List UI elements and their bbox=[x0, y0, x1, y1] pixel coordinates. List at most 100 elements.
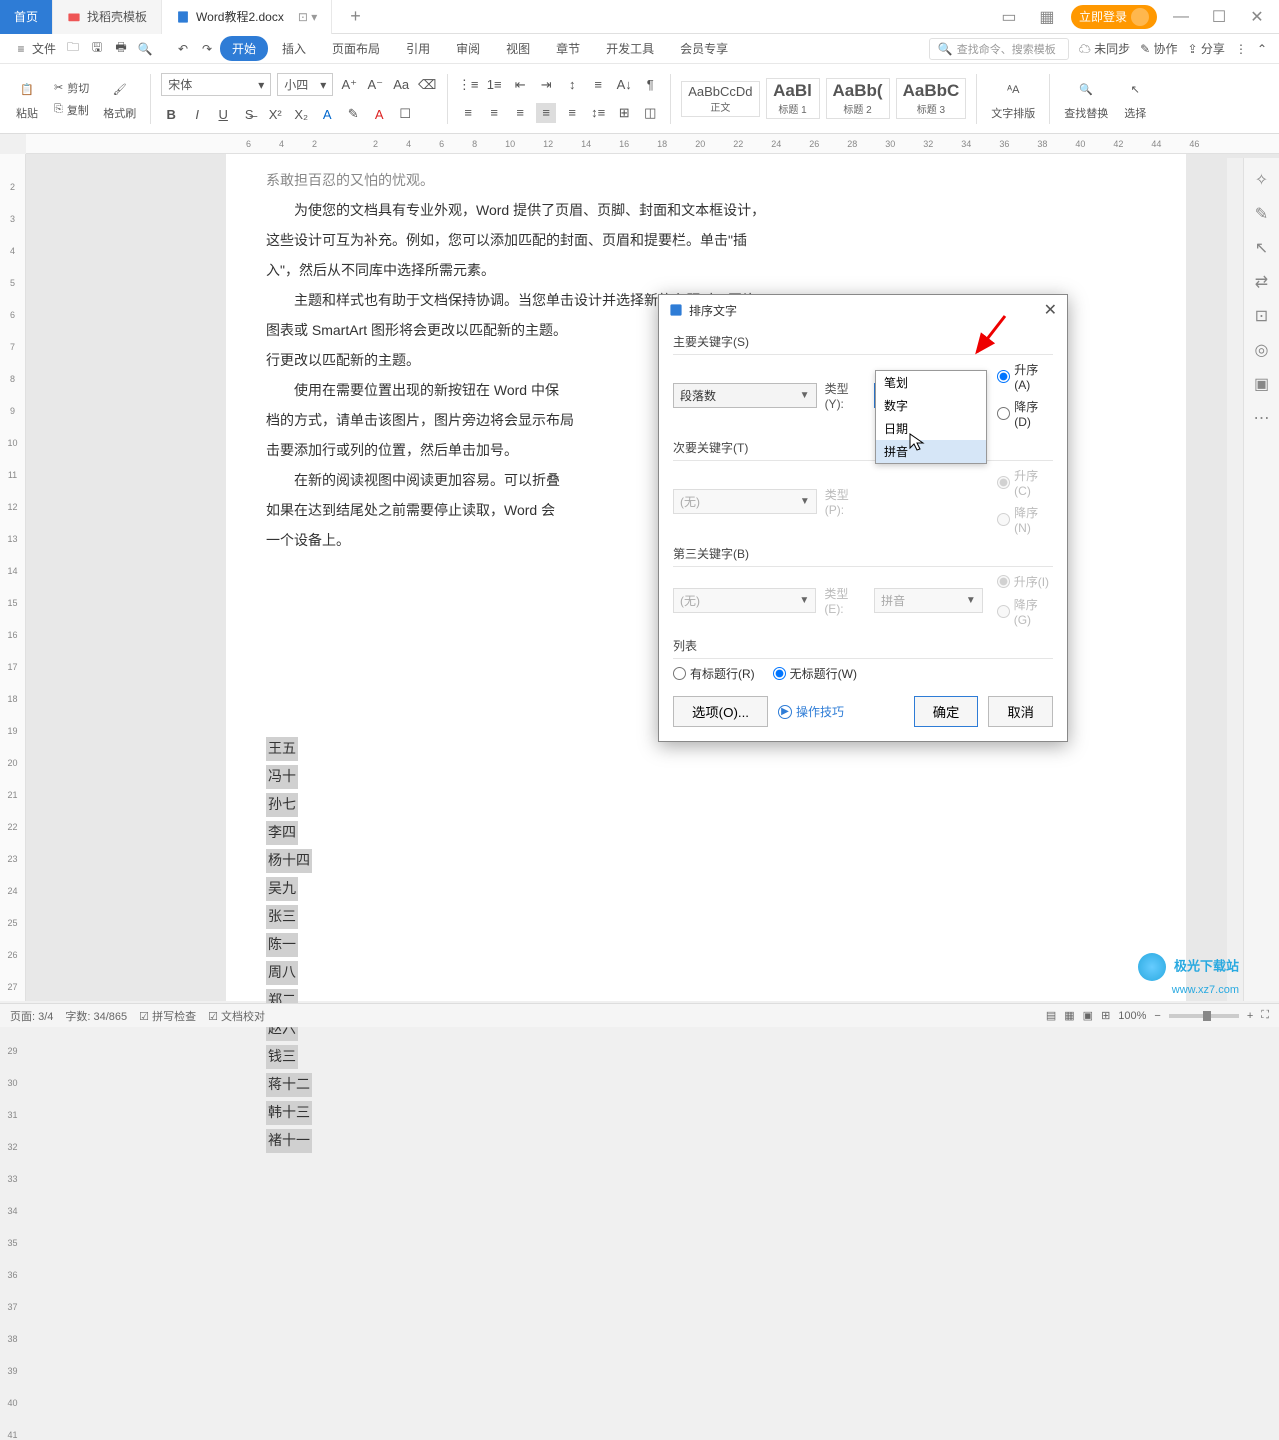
textlayout-group[interactable]: ᴬA 文字排版 bbox=[987, 77, 1039, 121]
dropdown-option[interactable]: 日期 bbox=[876, 417, 986, 440]
styles-gallery[interactable]: AaBbCcDd正文 AaBl标题 1 AaBb(标题 2 AaBbC标题 3 bbox=[681, 78, 966, 119]
fontfx-icon[interactable]: A bbox=[317, 104, 337, 124]
scrollbar-vertical[interactable] bbox=[1227, 158, 1243, 1001]
spacing1-icon[interactable]: ↕ bbox=[562, 75, 582, 95]
zoom-level[interactable]: 100% bbox=[1118, 1010, 1146, 1022]
select-group[interactable]: ↖ 选择 bbox=[1118, 77, 1152, 121]
no-header-row-radio[interactable]: 无标题行(W) bbox=[773, 665, 857, 682]
clear-fmt-icon[interactable]: ⌫ bbox=[417, 75, 437, 95]
numbering-icon[interactable]: 1≡ bbox=[484, 75, 504, 95]
type3-select[interactable]: 拼音▼ bbox=[874, 588, 983, 613]
tab-section[interactable]: 章节 bbox=[544, 36, 592, 61]
close-button[interactable]: ✕ bbox=[1243, 3, 1271, 31]
tab-new[interactable]: + bbox=[332, 6, 379, 27]
ok-button[interactable]: 确定 bbox=[914, 696, 979, 727]
key3-select[interactable]: (无)▼ bbox=[673, 588, 816, 613]
align-center-icon[interactable]: ≡ bbox=[484, 103, 504, 123]
desc-d-radio[interactable]: 降序(D) bbox=[997, 398, 1053, 429]
strike-icon[interactable]: S̶ bbox=[239, 104, 259, 124]
grid2-icon[interactable]: ▦ bbox=[1033, 3, 1061, 31]
tab-docker[interactable]: 找稻壳模板 bbox=[53, 0, 162, 34]
sidebar-icon-7[interactable]: ▣ bbox=[1252, 374, 1272, 394]
bold-icon[interactable]: B bbox=[161, 104, 181, 124]
align-left-icon[interactable]: ≡ bbox=[458, 103, 478, 123]
maximize-button[interactable]: ☐ bbox=[1205, 3, 1233, 31]
sidebar-icon-8[interactable]: ⋯ bbox=[1252, 408, 1272, 428]
highlight-icon[interactable]: ✎ bbox=[343, 104, 363, 124]
sidebar-icon-5[interactable]: ⊡ bbox=[1252, 306, 1272, 326]
tab-review[interactable]: 审阅 bbox=[444, 36, 492, 61]
zoom-slider[interactable] bbox=[1169, 1014, 1239, 1018]
preview-icon[interactable]: 🔍 bbox=[134, 38, 156, 60]
sync-label[interactable]: ☁ 未同步 bbox=[1079, 40, 1130, 57]
tab-home[interactable]: 首页 bbox=[0, 0, 53, 34]
name-item[interactable]: 冯十 bbox=[266, 765, 298, 789]
border-icon[interactable]: ⊞ bbox=[614, 103, 634, 123]
header-row-radio[interactable]: 有标题行(R) bbox=[673, 665, 755, 682]
grid1-icon[interactable]: ▭ bbox=[995, 3, 1023, 31]
align-right-icon[interactable]: ≡ bbox=[510, 103, 530, 123]
indent-dec-icon[interactable]: ⇤ bbox=[510, 75, 530, 95]
search-input[interactable]: 🔍 查找命令、搜索模板 bbox=[929, 38, 1069, 60]
proofread[interactable]: ☑ 文档校对 bbox=[208, 1008, 265, 1024]
sidebar-icon-6[interactable]: ◎ bbox=[1252, 340, 1272, 360]
view-icon-3[interactable]: ▣ bbox=[1083, 1009, 1093, 1022]
name-item[interactable]: 王五 bbox=[266, 737, 298, 761]
ruler-vertical[interactable]: 2345678910111213141516171819202122232425… bbox=[0, 154, 26, 1001]
linespace-icon[interactable]: ↕≡ bbox=[588, 103, 608, 123]
fullscreen-icon[interactable]: ⛶ bbox=[1261, 1009, 1269, 1022]
grow-font-icon[interactable]: A⁺ bbox=[339, 75, 359, 95]
undo-icon[interactable]: ↶ bbox=[172, 38, 194, 60]
fmtpaint-group[interactable]: 🖌 格式刷 bbox=[99, 77, 140, 121]
collapse-icon[interactable]: ⌃ bbox=[1257, 42, 1267, 56]
share-label[interactable]: ⇪ 分享 bbox=[1188, 40, 1225, 57]
name-item[interactable]: 李四 bbox=[266, 821, 298, 845]
more-icon[interactable]: ⋮ bbox=[1235, 42, 1247, 56]
cut-button[interactable]: ✂ 剪切 bbox=[50, 79, 93, 97]
fill-icon[interactable]: ◫ bbox=[640, 103, 660, 123]
name-item[interactable]: 韩十三 bbox=[266, 1101, 312, 1125]
underline-icon[interactable]: U bbox=[213, 104, 233, 124]
page-status[interactable]: 页面: 3/4 bbox=[10, 1008, 53, 1024]
cancel-button[interactable]: 取消 bbox=[988, 696, 1053, 727]
login-button[interactable]: 立即登录 bbox=[1071, 5, 1157, 29]
fontsize-select[interactable]: 小四▾ bbox=[277, 73, 333, 96]
zoom-in-icon[interactable]: + bbox=[1247, 1010, 1253, 1022]
tab-menu-icon[interactable]: ⊡ ▾ bbox=[298, 10, 317, 24]
tab-view[interactable]: 视图 bbox=[494, 36, 542, 61]
type-dropdown[interactable]: 笔划数字日期拼音 bbox=[875, 370, 987, 464]
word-count[interactable]: 字数: 34/865 bbox=[65, 1008, 127, 1024]
tab-dev[interactable]: 开发工具 bbox=[594, 36, 666, 61]
view-icon-4[interactable]: ⊞ bbox=[1101, 1009, 1110, 1022]
marks-icon[interactable]: ¶ bbox=[640, 75, 660, 95]
open-icon[interactable]: 🗀 bbox=[62, 38, 84, 60]
minimize-button[interactable]: — bbox=[1167, 3, 1195, 31]
copy-button[interactable]: ⎘ 复制 bbox=[50, 101, 93, 119]
style-normal[interactable]: AaBbCcDd正文 bbox=[681, 81, 759, 117]
sub-icon[interactable]: X₂ bbox=[291, 104, 311, 124]
tab-start[interactable]: 开始 bbox=[220, 36, 268, 61]
paste-group[interactable]: 📋 粘贴 bbox=[10, 77, 44, 121]
bullets-icon[interactable]: ⋮≡ bbox=[458, 75, 478, 95]
ruler-horizontal[interactable]: 6422468101214161820222426283032343638404… bbox=[26, 134, 1279, 154]
shrink-font-icon[interactable]: A⁻ bbox=[365, 75, 385, 95]
name-item[interactable]: 钱三 bbox=[266, 1045, 298, 1069]
dialog-titlebar[interactable]: 排序文字 ✕ bbox=[659, 295, 1067, 325]
super-icon[interactable]: X² bbox=[265, 104, 285, 124]
name-item[interactable]: 周八 bbox=[266, 961, 298, 985]
name-item[interactable]: 蒋十二 bbox=[266, 1073, 312, 1097]
spell-check[interactable]: ☑ 拼写检查 bbox=[139, 1008, 196, 1024]
findrep-group[interactable]: 🔍 查找替换 bbox=[1060, 77, 1112, 121]
name-item[interactable]: 褚十一 bbox=[266, 1129, 312, 1153]
sidebar-icon-4[interactable]: ⇄ bbox=[1252, 272, 1272, 292]
sidebar-icon-2[interactable]: ✎ bbox=[1252, 204, 1272, 224]
name-item[interactable]: 孙七 bbox=[266, 793, 298, 817]
key2-select[interactable]: (无)▼ bbox=[673, 489, 817, 514]
name-item[interactable]: 张三 bbox=[266, 905, 298, 929]
sidebar-icon-1[interactable]: ✧ bbox=[1252, 170, 1272, 190]
asc-a-radio[interactable]: 升序(A) bbox=[997, 361, 1053, 392]
dropdown-option[interactable]: 拼音 bbox=[876, 440, 986, 463]
indent-inc-icon[interactable]: ⇥ bbox=[536, 75, 556, 95]
fontcolor-icon[interactable]: A bbox=[369, 104, 389, 124]
sort-icon[interactable]: A↓ bbox=[614, 75, 634, 95]
